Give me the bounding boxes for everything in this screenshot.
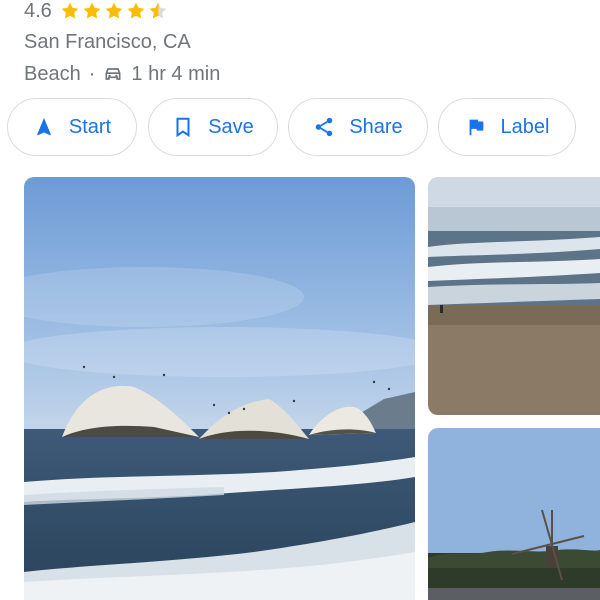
star-icon	[105, 2, 123, 19]
navigation-arrow-icon	[37, 117, 51, 136]
place-location: San Francisco, CA	[24, 31, 191, 53]
rating-value: 4.6	[24, 0, 52, 22]
seal-rocks-ocean-photo[interactable]	[24, 177, 415, 600]
beach-surf-photo[interactable]	[428, 177, 600, 415]
save-label: Save	[208, 115, 254, 138]
windmill-park-photo[interactable]	[428, 428, 600, 600]
label-button[interactable]: Label	[438, 98, 576, 156]
share-icon	[316, 117, 333, 137]
start-button[interactable]: Start	[7, 98, 137, 156]
flag-icon	[469, 119, 483, 136]
bookmark-icon	[176, 117, 190, 138]
save-button[interactable]: Save	[148, 98, 278, 156]
star-icon	[61, 2, 79, 19]
place-category: Beach	[24, 63, 81, 85]
star-half-icon	[149, 2, 167, 19]
place-meta: Beach · 1 hr 4 min	[24, 60, 220, 88]
star-icon	[83, 2, 101, 19]
share-button[interactable]: Share	[288, 98, 428, 156]
label-label: Label	[500, 115, 550, 138]
start-label: Start	[68, 115, 112, 138]
star-icon	[127, 2, 145, 19]
star-rating	[60, 1, 170, 21]
rating-row: 4.6	[24, 0, 170, 22]
drive-time: 1 hr 4 min	[131, 63, 221, 85]
meta-separator: ·	[88, 63, 96, 85]
car-icon	[105, 68, 121, 80]
share-label: Share	[349, 115, 403, 138]
